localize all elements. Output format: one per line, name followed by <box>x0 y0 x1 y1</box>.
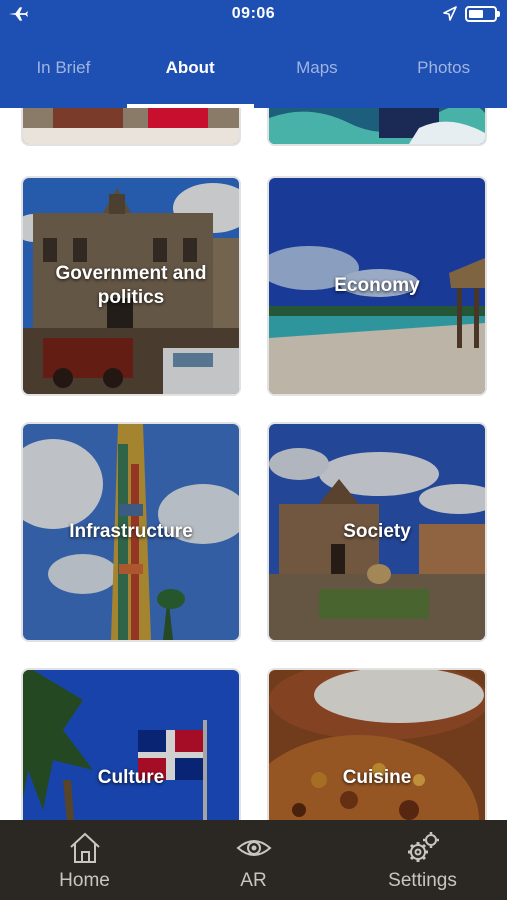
card-label: Government and politics <box>55 263 207 308</box>
card-label: Infrastructure <box>69 521 193 542</box>
card-society[interactable]: Society <box>269 424 485 640</box>
top-tabs: In Brief About Maps Photos <box>0 40 507 108</box>
card-label: Economy <box>334 275 420 296</box>
card-partial-left[interactable] <box>23 108 239 144</box>
nav-ar[interactable]: AR <box>169 820 338 900</box>
nav-home-label: Home <box>59 870 110 891</box>
card-partial-right[interactable] <box>269 108 485 144</box>
status-bar: 09:06 <box>0 0 507 28</box>
card-infrastructure[interactable]: Infrastructure <box>23 424 239 640</box>
battery-icon <box>465 6 500 22</box>
card-partial-left-image <box>23 108 239 144</box>
nav-settings-label: Settings <box>388 870 457 891</box>
bottom-nav: Home AR Settings <box>0 820 507 900</box>
card-economy[interactable]: Economy <box>269 178 485 394</box>
status-time: 09:06 <box>231 5 276 22</box>
card-label: Culture <box>97 767 165 788</box>
app-header: 09:06 In Brief About Maps Photos <box>0 0 507 108</box>
nav-ar-label: AR <box>240 870 267 891</box>
gears-icon <box>407 832 439 862</box>
home-icon <box>69 832 100 863</box>
tab-in-brief[interactable]: In Brief <box>0 40 127 108</box>
card-government-politics[interactable]: Government and politics <box>23 178 239 394</box>
card-label: Society <box>343 521 411 542</box>
card-culture[interactable]: Culture <box>23 670 239 820</box>
eye-icon <box>235 840 272 856</box>
card-partial-right-image <box>269 108 485 144</box>
tab-maps[interactable]: Maps <box>254 40 381 108</box>
card-cuisine[interactable]: Cuisine <box>269 670 485 820</box>
nav-home[interactable]: Home <box>0 820 169 900</box>
card-shade <box>23 670 239 820</box>
tab-about[interactable]: About <box>126 40 254 108</box>
card-shade <box>269 670 485 820</box>
nav-settings[interactable]: Settings <box>338 820 507 900</box>
tab-photos[interactable]: Photos <box>380 40 507 108</box>
card-label: Cuisine <box>342 767 412 788</box>
location-arrow-icon <box>443 6 457 21</box>
topics-grid: Government and politics Economy Infrastr… <box>0 108 507 820</box>
